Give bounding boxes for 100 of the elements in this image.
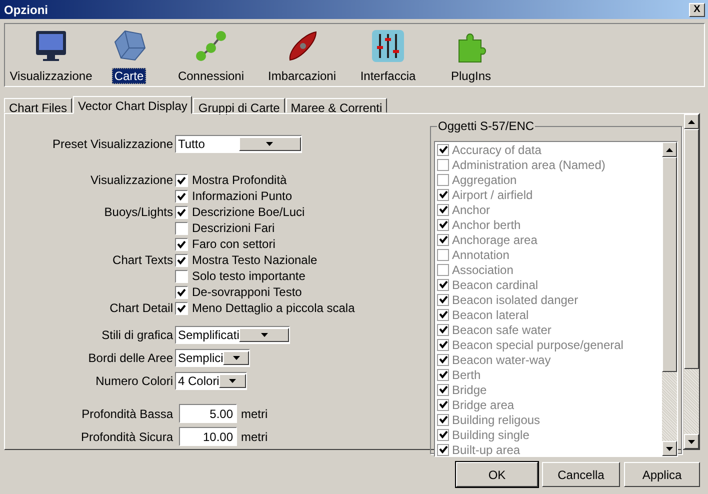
tab[interactable]: Vector Chart Display — [73, 96, 192, 114]
checkbox[interactable] — [437, 158, 449, 170]
dropdown[interactable]: Semplificati — [175, 326, 290, 344]
checkbox-label: Meno Dettaglio a piccola scala — [192, 301, 355, 315]
dialog-button[interactable]: Applica — [624, 462, 700, 487]
scroll-down-icon — [232, 356, 240, 360]
number-field[interactable]: 10.00 — [179, 427, 237, 446]
sliders-icon — [370, 28, 406, 64]
checkbox[interactable] — [437, 368, 449, 380]
list-item[interactable]: Association — [452, 262, 514, 276]
checkbox-label: Solo testo importante — [192, 269, 306, 283]
toolbar-button[interactable]: Interfaccia — [345, 24, 431, 86]
checkbox[interactable] — [175, 206, 188, 218]
group-title: Oggetti S-57/ENC — [437, 119, 536, 133]
group-label: Chart Detail — [108, 301, 173, 315]
checkbox[interactable] — [437, 308, 449, 320]
checkbox[interactable] — [437, 384, 449, 396]
scrollbar[interactable] — [684, 114, 699, 449]
unit-label: metri — [241, 406, 268, 420]
checkbox[interactable] — [175, 238, 188, 250]
list-item[interactable]: Bridge area — [452, 398, 514, 412]
group-label: Buoys/Lights — [103, 205, 173, 219]
checkbox[interactable] — [437, 338, 449, 350]
list-item[interactable]: Administration area (Named) — [452, 158, 606, 172]
checkbox[interactable] — [437, 234, 449, 246]
checkbox[interactable] — [175, 190, 188, 202]
scroll-down-icon — [688, 440, 695, 444]
checkbox[interactable] — [175, 222, 188, 234]
network-icon — [193, 28, 229, 64]
list-item[interactable]: Bridge — [452, 382, 487, 396]
group-label: Visualizzazione — [90, 173, 173, 187]
close-button[interactable]: X — [689, 2, 705, 16]
dropdown[interactable]: Semplici — [175, 349, 250, 367]
toolbar-button[interactable]: Imbarcazioni — [259, 24, 345, 86]
scroll-down-icon — [666, 446, 673, 450]
list-item[interactable]: Accuracy of data — [452, 142, 542, 156]
scroll-up-icon — [688, 120, 695, 124]
checkbox[interactable] — [437, 294, 449, 306]
toolbar-button[interactable]: PlugIns — [431, 24, 511, 86]
list-item[interactable]: Beacon lateral — [452, 308, 529, 322]
unit-label: metri — [241, 430, 268, 444]
list-item[interactable]: Berth — [452, 368, 481, 382]
tab[interactable]: Maree & Correnti — [286, 98, 388, 113]
field-label: Preset Visualizzazione — [51, 137, 173, 151]
checkbox-label: Informazioni Punto — [192, 189, 292, 203]
list-item[interactable]: Building single — [452, 428, 530, 442]
toolbar-button[interactable]: Visualizzazione — [7, 24, 95, 86]
checkbox[interactable] — [437, 444, 449, 456]
checkbox[interactable] — [437, 248, 449, 260]
dialog-button[interactable]: Cancella — [542, 462, 620, 487]
field-label: Bordi delle Aree — [87, 351, 173, 365]
checkbox-label: Mostra Profondità — [192, 173, 287, 187]
dropdown[interactable]: 4 Colori — [175, 372, 247, 390]
list-item[interactable]: Beacon safe water — [452, 322, 552, 336]
list-item[interactable]: Anchor berth — [452, 218, 521, 232]
list-item[interactable]: Built-up area — [452, 442, 520, 456]
list-item[interactable]: Beacon water-way — [452, 352, 551, 366]
list-item[interactable]: Beacon special purpose/general — [452, 338, 624, 352]
scroll-up-icon — [666, 148, 673, 152]
checkbox[interactable] — [437, 428, 449, 440]
checkbox[interactable] — [437, 398, 449, 410]
scrollbar[interactable] — [662, 142, 677, 456]
dialog-button[interactable]: OK — [456, 462, 538, 487]
list-item[interactable]: Airport / airfield — [452, 188, 533, 202]
tab[interactable]: Chart Files — [4, 98, 72, 113]
dropdown[interactable]: Tutto — [175, 135, 302, 153]
checkbox[interactable] — [437, 218, 449, 230]
checkbox[interactable] — [437, 264, 449, 276]
toolbar-button[interactable]: Connessioni — [163, 24, 259, 86]
list-item[interactable]: Anchor — [452, 202, 490, 216]
list-item[interactable]: Aggregation — [452, 172, 517, 186]
checkbox[interactable] — [175, 286, 188, 298]
list-item[interactable]: Annotation — [452, 248, 510, 262]
tab[interactable]: Gruppi di Carte — [193, 98, 285, 113]
checkbox[interactable] — [437, 324, 449, 336]
checkbox[interactable] — [437, 278, 449, 290]
list-item[interactable]: Beacon cardinal — [452, 278, 538, 292]
list-item[interactable]: Beacon isolated danger — [452, 292, 578, 306]
checkbox-label: Descrizioni Fari — [192, 221, 275, 235]
checkbox[interactable] — [437, 414, 449, 426]
checkbox[interactable] — [175, 302, 188, 314]
number-field[interactable]: 5.00 — [179, 404, 237, 423]
scroll-down-icon — [260, 333, 268, 337]
checkbox[interactable] — [437, 188, 449, 200]
checkbox-label: Mostra Testo Nazionale — [192, 253, 318, 267]
checkbox[interactable] — [175, 270, 188, 282]
checkbox[interactable] — [175, 174, 188, 186]
group-label: Chart Texts — [112, 253, 173, 267]
checkbox[interactable] — [437, 174, 449, 186]
checkbox-label: De-sovrapponi Testo — [192, 285, 302, 299]
list-item[interactable]: Anchorage area — [452, 232, 538, 246]
checkbox[interactable] — [437, 204, 449, 216]
field-label: Numero Colori — [94, 374, 173, 388]
list-item[interactable]: Building religous — [452, 412, 540, 426]
field-label: Stili di grafica — [100, 328, 173, 342]
toolbar-button[interactable]: Carte — [95, 24, 163, 86]
checkbox[interactable] — [437, 144, 449, 156]
checkbox[interactable] — [175, 254, 188, 266]
checkbox[interactable] — [437, 354, 449, 366]
scroll-down-icon — [229, 379, 236, 383]
